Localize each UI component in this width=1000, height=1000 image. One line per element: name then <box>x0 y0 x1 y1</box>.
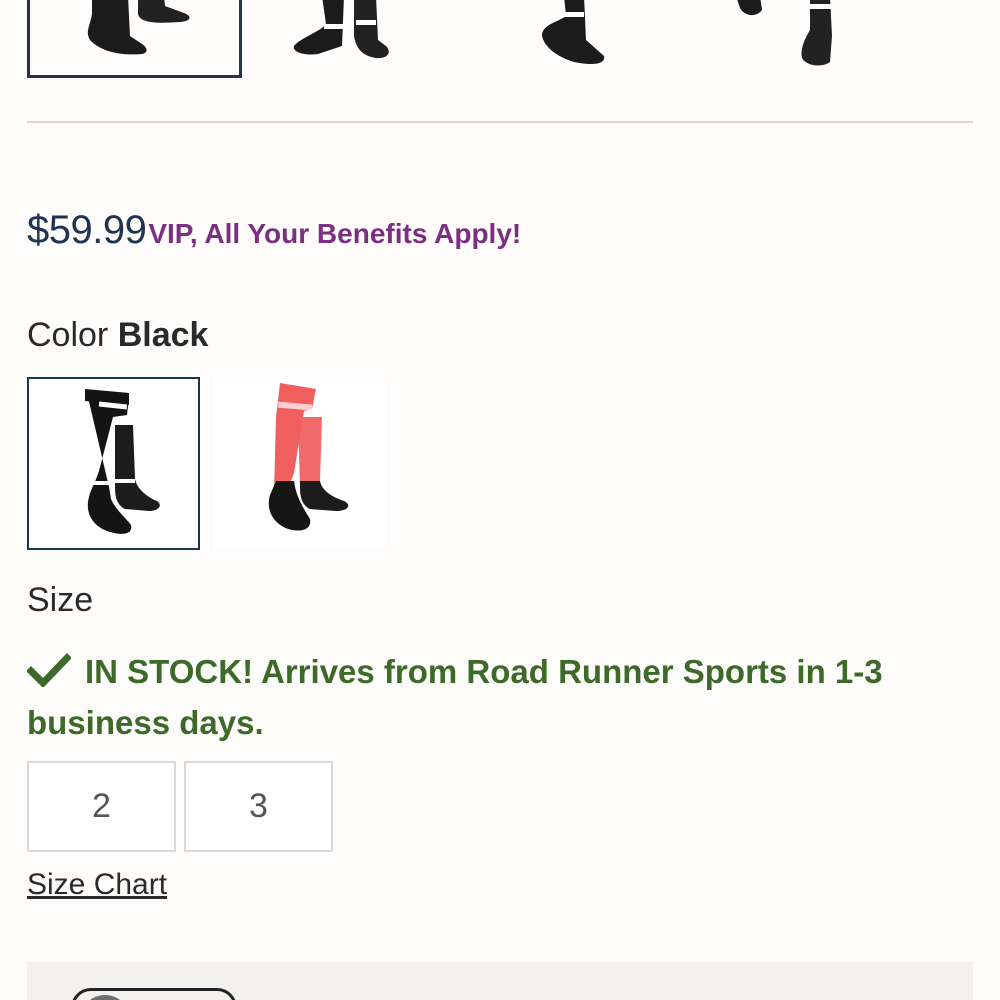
toggle-switch[interactable] <box>71 988 237 1000</box>
price: $59.99 <box>27 208 147 252</box>
product-image-thumbnails <box>27 0 973 80</box>
color-label: Color <box>27 316 109 354</box>
stock-status: IN STOCK! Arrives from Road Runner Sport… <box>27 646 977 748</box>
thumbnail-2[interactable] <box>270 0 485 78</box>
price-row: $59.99VIP, All Your Benefits Apply! <box>27 208 521 253</box>
color-swatch-black[interactable] <box>27 377 200 550</box>
color-label-row: Color Black <box>27 316 208 355</box>
vip-message: VIP, All Your Benefits Apply! <box>148 218 522 249</box>
thumbnail-3[interactable] <box>504 0 719 78</box>
section-divider <box>27 121 973 123</box>
selected-color: Black <box>117 316 209 354</box>
size-option-2[interactable]: 2 <box>27 761 176 852</box>
product-options-page: $59.99VIP, All Your Benefits Apply! Colo… <box>0 0 1000 1000</box>
stock-message: IN STOCK! Arrives from Road Runner Sport… <box>27 653 883 741</box>
size-chart-link[interactable]: Size Chart <box>27 868 167 902</box>
bottom-panel <box>27 962 973 1000</box>
toggle-knob <box>80 995 130 1000</box>
checkmark-icon <box>27 653 71 687</box>
size-option-3[interactable]: 3 <box>184 761 333 852</box>
size-label: Size <box>27 581 94 619</box>
thumbnail-1[interactable] <box>27 0 242 78</box>
color-swatch-pink[interactable] <box>214 377 387 550</box>
thumbnail-4[interactable] <box>730 0 945 78</box>
